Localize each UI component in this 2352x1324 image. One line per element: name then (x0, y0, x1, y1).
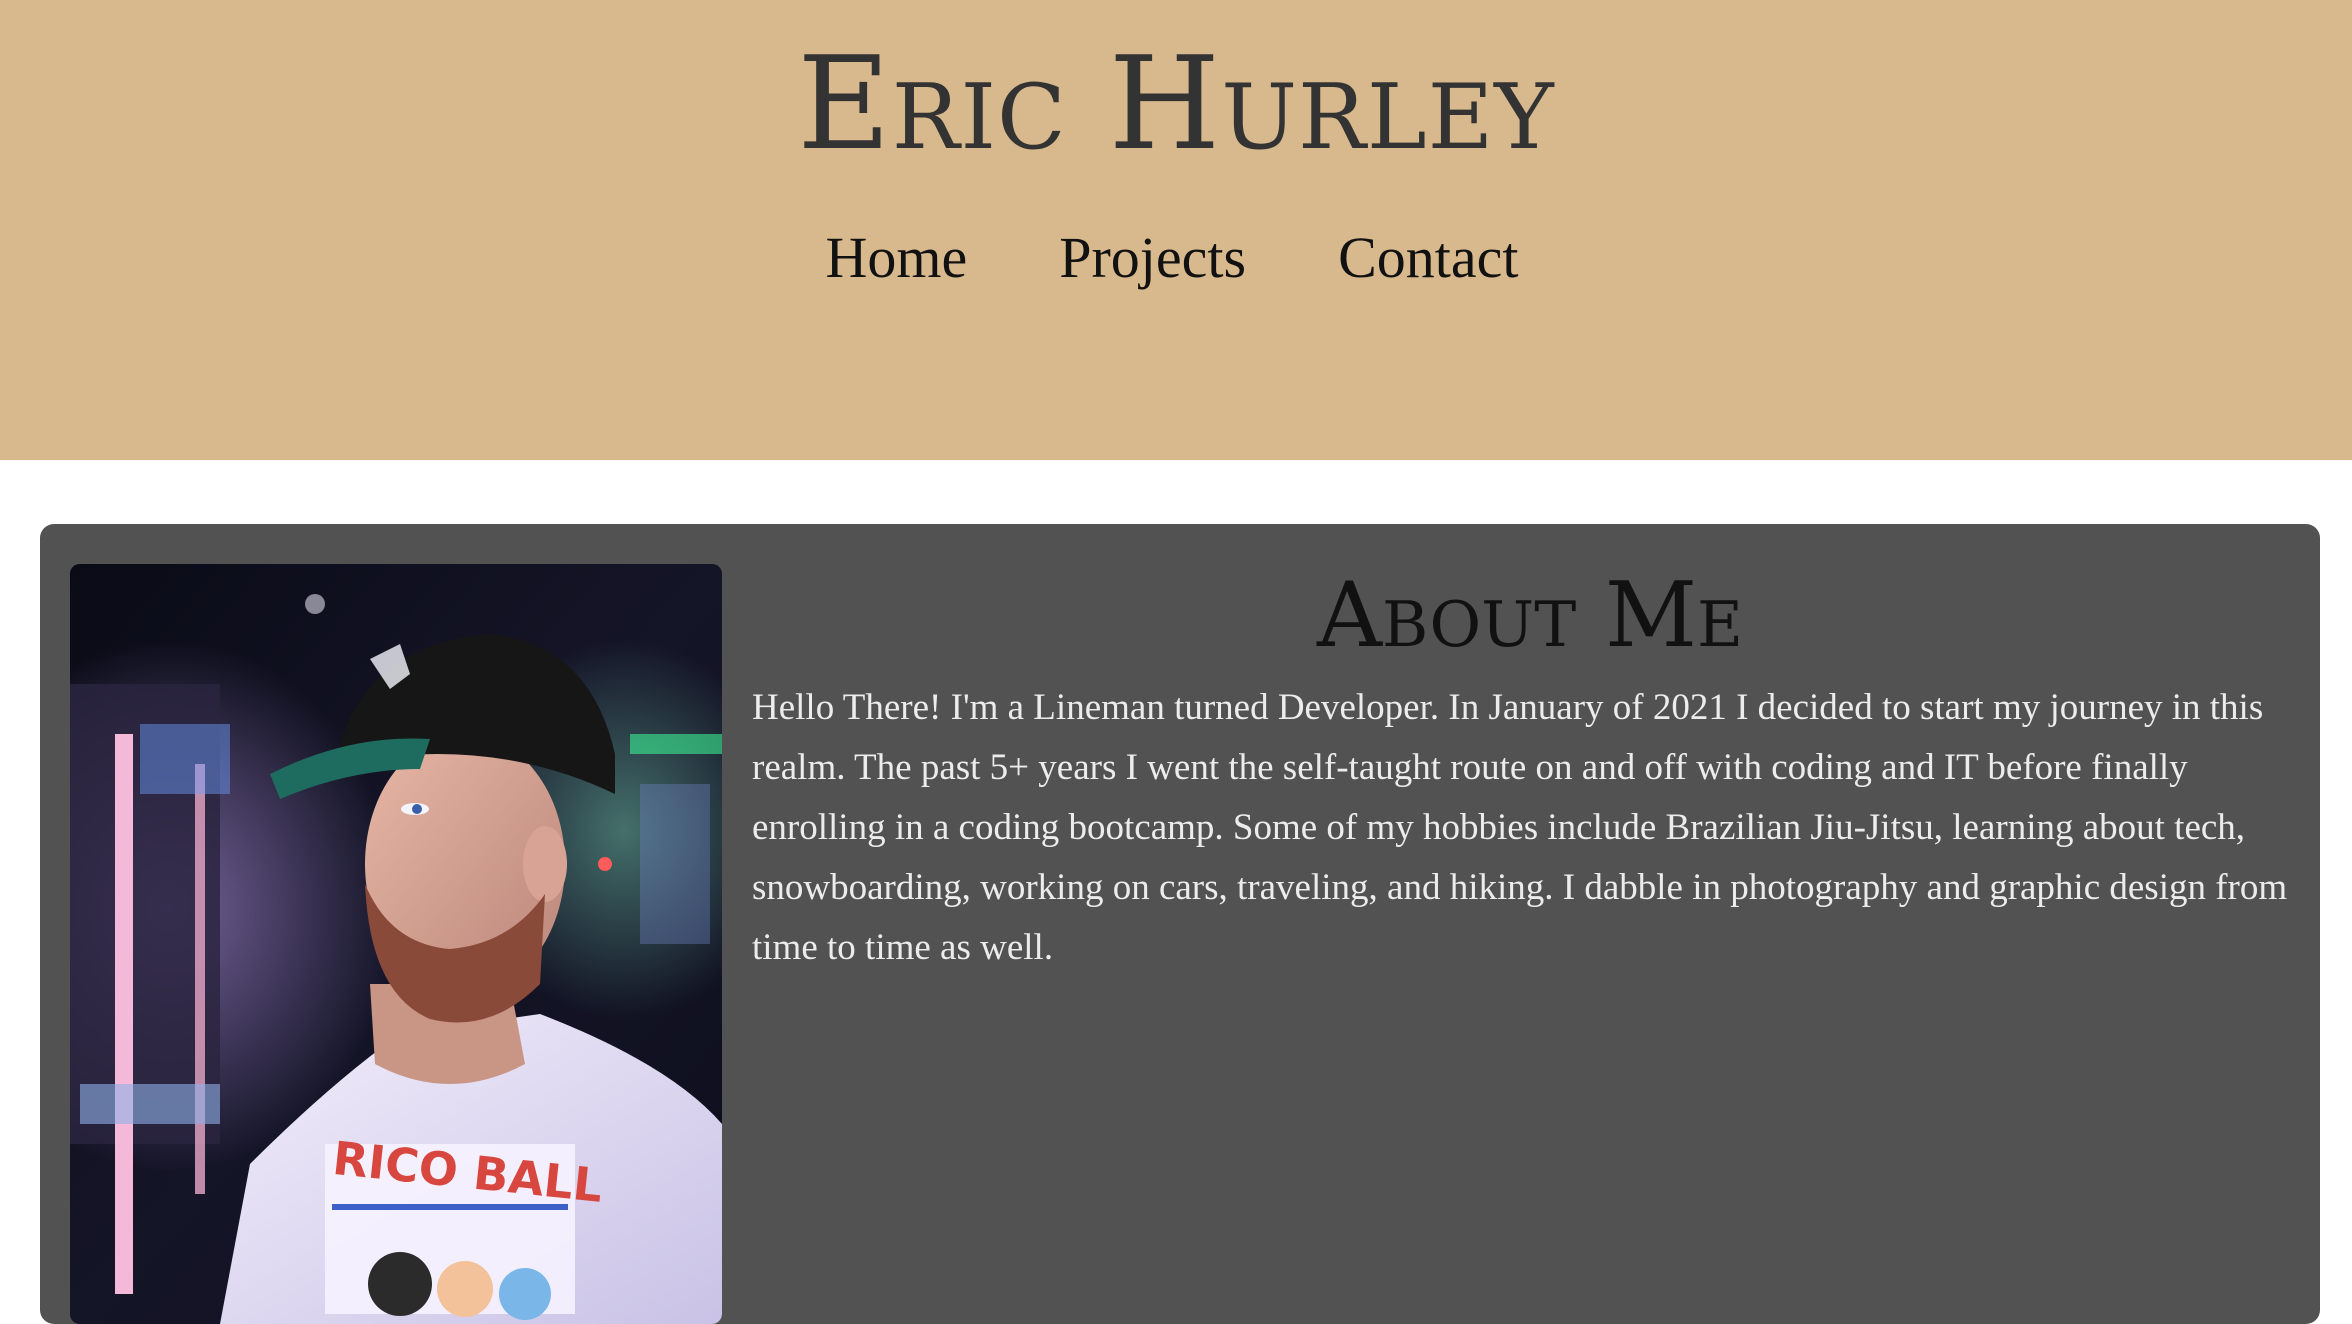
main-nav: Home Projects Contact (0, 222, 2352, 294)
about-card: RICO BALL About Me Hello There! I'm a Li… (40, 524, 2320, 1324)
about-body-text: Hello There! I'm a Lineman turned Develo… (752, 687, 2288, 968)
nav-link-projects[interactable]: Projects (1059, 222, 1246, 294)
site-title: Eric Hurley (797, 30, 1555, 179)
profile-photo: RICO BALL (70, 564, 722, 1324)
about-heading: About Me (1317, 563, 1743, 668)
nav-link-contact[interactable]: Contact (1338, 222, 1518, 294)
nav-link-home[interactable]: Home (825, 222, 967, 294)
site-header: Eric Hurley Home Projects Contact (0, 0, 2352, 460)
